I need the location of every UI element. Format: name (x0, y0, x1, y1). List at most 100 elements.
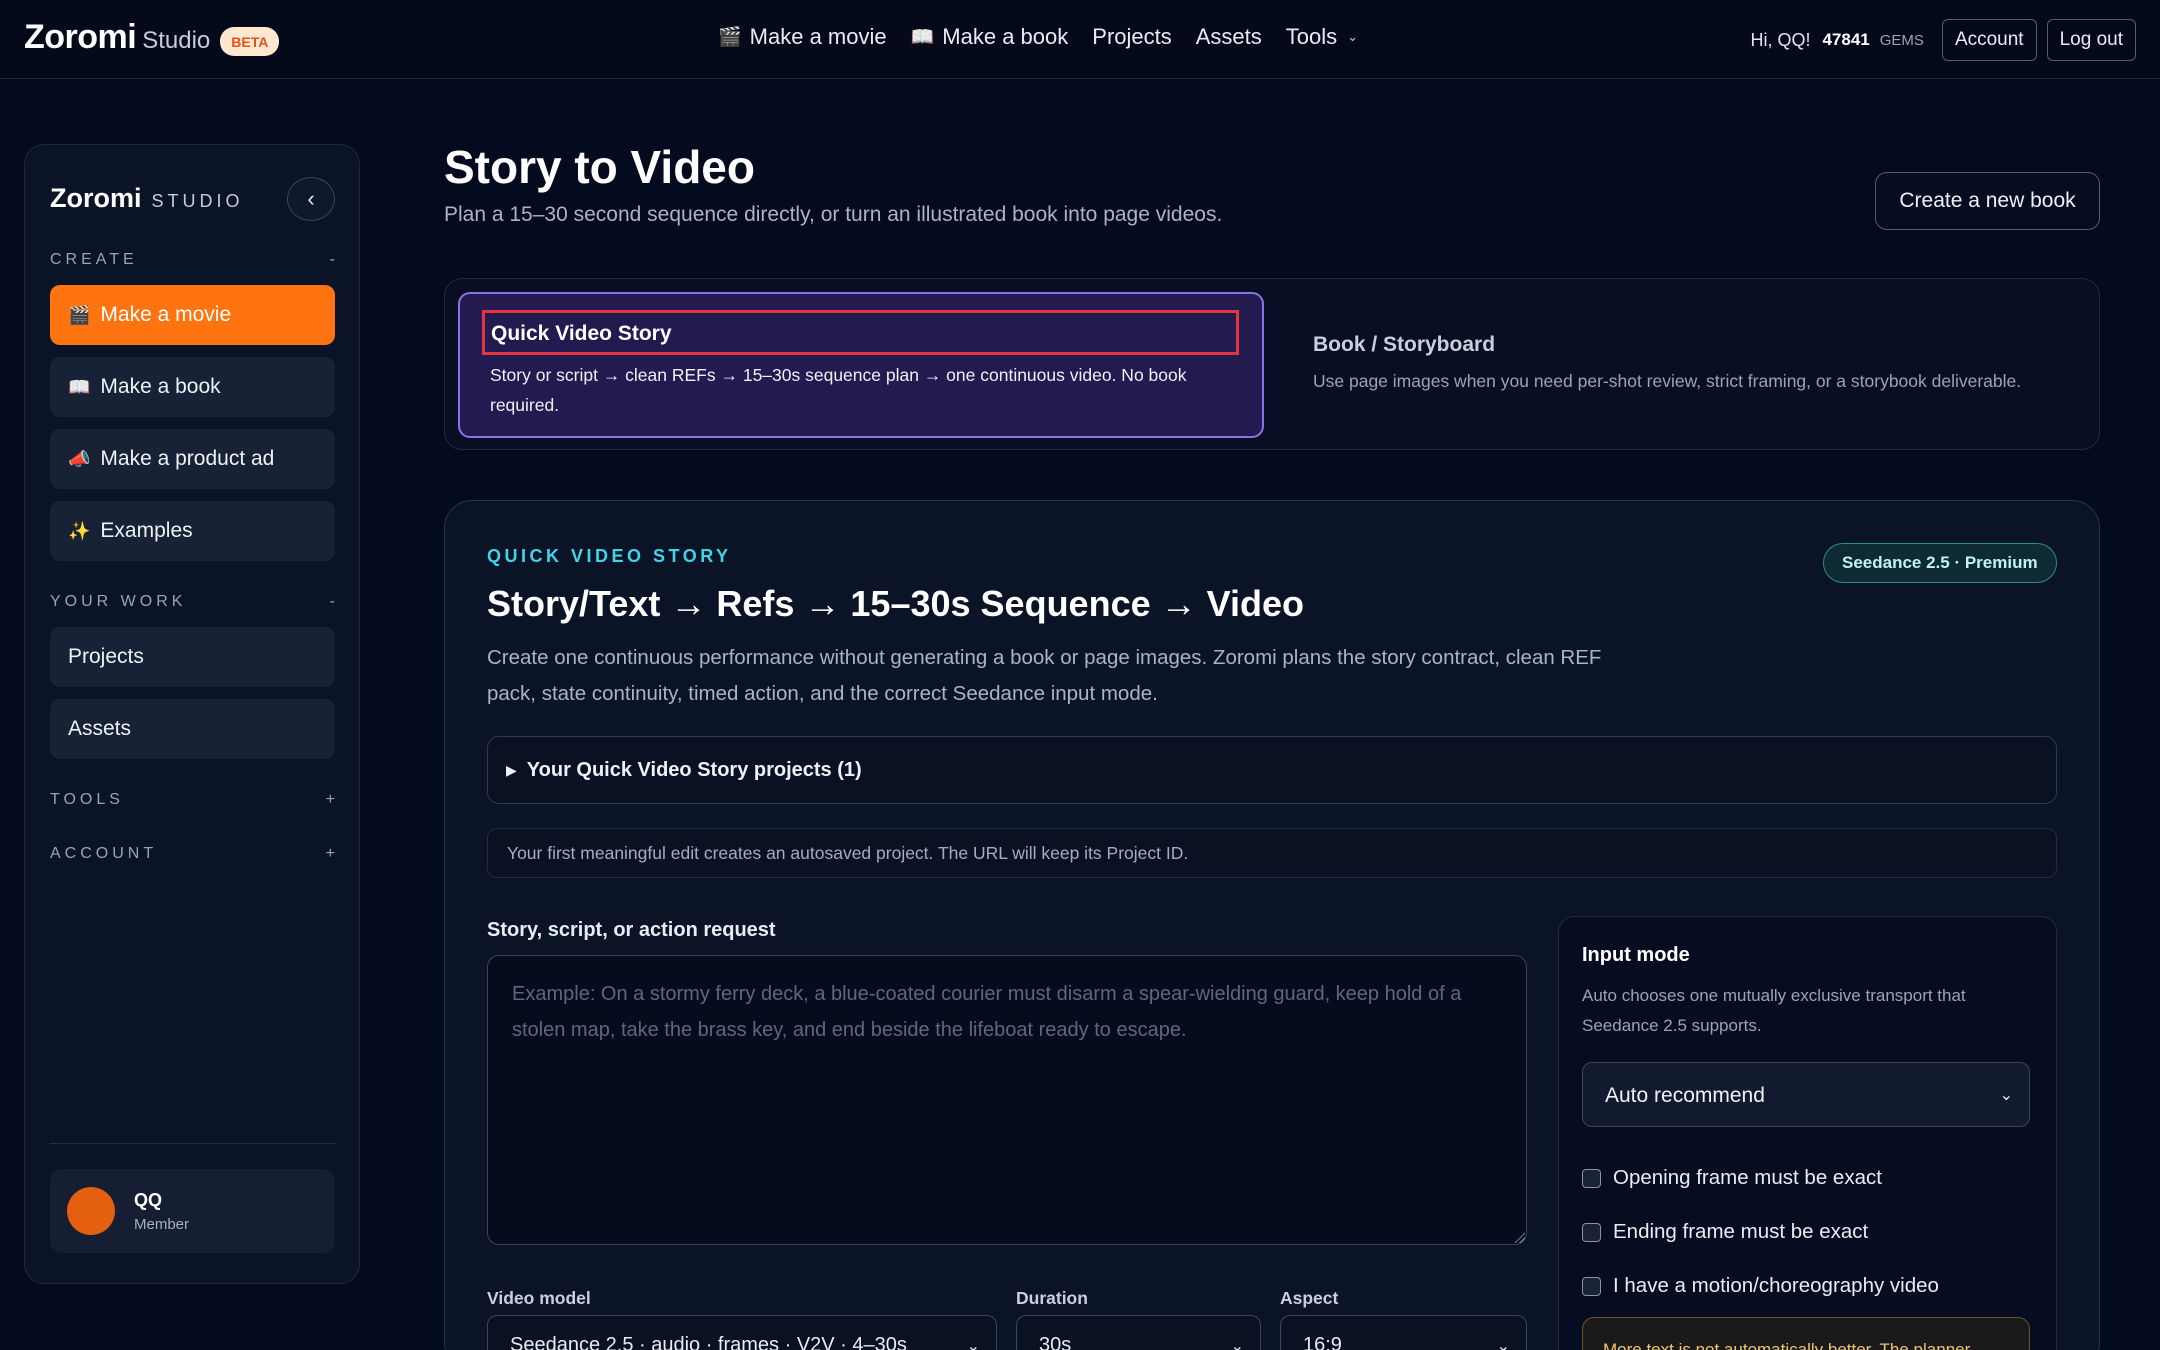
input-mode-select[interactable]: Auto recommend ⌄ (1582, 1062, 2030, 1127)
sidebar-item-projects[interactable]: Projects (50, 627, 335, 687)
open-book-icon: 📖 (910, 27, 935, 48)
aspect-value: 16:9 (1303, 1334, 1342, 1350)
mode-option-title: Book / Storyboard (1313, 333, 1496, 356)
sidebar-item-label: Assets (68, 717, 132, 740)
mode-option-quick-video-story[interactable]: Quick Video Story Story or script → clea… (458, 292, 1264, 438)
checkbox-box[interactable] (1582, 1276, 1601, 1296)
chevron-down-icon: ⌄ (966, 1338, 980, 1350)
video-model-select[interactable]: Seedance 2.5 · audio · frames · V2V · 4–… (487, 1315, 997, 1350)
sidebar: Zoromi STUDIO ‹ CREATE - 🎬 Make a movie … (24, 144, 360, 1284)
user-role: Member (134, 1216, 190, 1233)
nav-tools-dropdown[interactable]: Tools ⌄ (1286, 24, 1358, 50)
sidebar-header: Zoromi STUDIO (50, 183, 244, 214)
sidebar-item-make-book[interactable]: 📖 Make a book (50, 357, 335, 417)
story-field-label: Story, script, or action request (487, 919, 776, 941)
input-mode-value: Auto recommend (1605, 1084, 1765, 1107)
mode-option-description: Story or script → clean REFs → 15–30s se… (490, 365, 1187, 415)
user-name: QQ (134, 1190, 163, 1210)
sidebar-item-assets[interactable]: Assets (50, 699, 335, 759)
sidebar-studio-label: STUDIO (151, 191, 244, 211)
sidebar-item-examples[interactable]: ✨ Examples (50, 501, 335, 561)
sidebar-title: Zoromi (50, 183, 142, 213)
model-badge: Seedance 2.5 · Premium (1823, 543, 2057, 583)
card-eyebrow: QUICK VIDEO STORY (487, 546, 732, 566)
mode-option-description: Use page images when you need per-shot r… (1313, 371, 2022, 391)
avatar (67, 1187, 115, 1235)
clapperboard-icon: 🎬 (718, 27, 742, 48)
projects-disclosure-label: Your Quick Video Story projects (1) (526, 758, 862, 781)
nav-tools-label: Tools (1285, 24, 1338, 49)
account-button[interactable]: Account (1941, 19, 2037, 61)
aspect-select[interactable]: 16:9 ⌄ (1280, 1315, 1527, 1350)
create-new-book-button[interactable]: Create a new book (1875, 172, 2100, 230)
aspect-label: Aspect (1280, 1288, 1339, 1308)
sidebar-item-label: Make a product ad (100, 447, 275, 470)
chevron-down-icon: ⌄ (1347, 29, 1359, 44)
resize-handle-icon[interactable] (1513, 1231, 1525, 1243)
triangle-right-icon: ▶ (506, 761, 517, 778)
logout-button[interactable]: Log out (2046, 19, 2136, 61)
mode-selector: Quick Video Story Story or script → clea… (444, 278, 2100, 450)
checkbox-box[interactable] (1582, 1222, 1601, 1242)
nav-make-movie-label: Make a movie (749, 24, 887, 49)
chevron-down-icon: ⌄ (1999, 1087, 2013, 1104)
section-label-create: CREATE (50, 251, 138, 268)
section-toggle-create[interactable]: - (330, 251, 335, 269)
checkbox-opening-frame[interactable]: Opening frame must be exact (1582, 1166, 1882, 1190)
main-nav: 🎬 Make a movie 📖 Make a book Projects As… (718, 24, 1358, 50)
page-title: Story to Video (444, 141, 755, 193)
sidebar-item-label: Examples (100, 519, 193, 542)
story-textarea[interactable] (487, 955, 1527, 1245)
chevron-left-icon: ‹ (307, 186, 315, 211)
brand-name: Zoromi (24, 18, 137, 56)
projects-disclosure[interactable]: ▶ Your Quick Video Story projects (1) (487, 736, 2057, 804)
user-card[interactable]: QQ Member (50, 1169, 335, 1253)
nav-make-book-label: Make a book (942, 24, 1069, 49)
card-description: Create one continuous performance withou… (487, 646, 1602, 705)
mode-option-title: Quick Video Story (482, 310, 1239, 355)
sidebar-item-label: Make a book (100, 375, 221, 398)
card-title: Story/Text → Refs → 15–30s Sequence → Vi… (487, 583, 1304, 624)
input-mode-title: Input mode (1582, 944, 1690, 966)
section-toggle-your-work[interactable]: - (330, 593, 335, 611)
section-toggle-account[interactable]: + (326, 845, 335, 863)
top-navbar: Zoromi Studio BETA 🎬 Make a movie 📖 Make… (0, 0, 2160, 79)
sparkles-icon: ✨ (68, 520, 91, 541)
video-model-value: Seedance 2.5 · audio · frames · V2V · 4–… (510, 1334, 907, 1350)
input-mode-panel: Input mode Auto chooses one mutually exc… (1558, 916, 2057, 1350)
megaphone-icon: 📣 (68, 448, 91, 469)
duration-value: 30s (1039, 1334, 1072, 1350)
chevron-down-icon: ⌄ (1230, 1338, 1244, 1350)
sidebar-item-make-movie[interactable]: 🎬 Make a movie (50, 285, 335, 345)
nav-assets[interactable]: Assets (1196, 24, 1262, 50)
section-label-account: ACCOUNT (50, 845, 158, 862)
user-greeting: Hi, QQ! (1750, 29, 1811, 50)
planner-warning: More text is not automatically better. T… (1582, 1317, 2030, 1350)
checkbox-box[interactable] (1582, 1168, 1601, 1188)
nav-make-movie[interactable]: 🎬 Make a movie (718, 24, 887, 50)
clapperboard-icon: 🎬 (68, 304, 91, 325)
sidebar-item-label: Make a movie (100, 303, 232, 326)
brand-logo[interactable]: Zoromi Studio BETA (24, 18, 280, 57)
checkbox-ending-frame[interactable]: Ending frame must be exact (1582, 1220, 1868, 1244)
gems-count: 47841 (1822, 30, 1870, 49)
brand-subtitle: Studio (142, 27, 211, 54)
sidebar-item-label: Projects (68, 645, 144, 668)
checkbox-motion-video[interactable]: I have a motion/choreography video (1582, 1274, 1939, 1298)
duration-select[interactable]: 30s ⌄ (1016, 1315, 1261, 1350)
duration-label: Duration (1016, 1288, 1088, 1308)
collapse-sidebar-button[interactable]: ‹ (287, 177, 335, 221)
chevron-down-icon: ⌄ (1496, 1338, 1510, 1350)
autosave-notice: Your first meaningful edit creates an au… (487, 828, 2057, 878)
page-subtitle: Plan a 15–30 second sequence directly, o… (444, 203, 1223, 226)
section-toggle-tools[interactable]: + (326, 791, 335, 809)
open-book-icon: 📖 (68, 376, 91, 397)
sidebar-divider (50, 1143, 335, 1144)
section-label-tools: TOOLS (50, 791, 124, 808)
nav-projects[interactable]: Projects (1092, 24, 1171, 50)
quick-video-story-card: QUICK VIDEO STORY Seedance 2.5 · Premium… (444, 500, 2100, 1350)
section-label-your-work: YOUR WORK (50, 593, 187, 610)
sidebar-item-make-product-ad[interactable]: 📣 Make a product ad (50, 429, 335, 489)
gems-label: GEMS (1879, 31, 1924, 49)
nav-make-book[interactable]: 📖 Make a book (911, 24, 1069, 50)
